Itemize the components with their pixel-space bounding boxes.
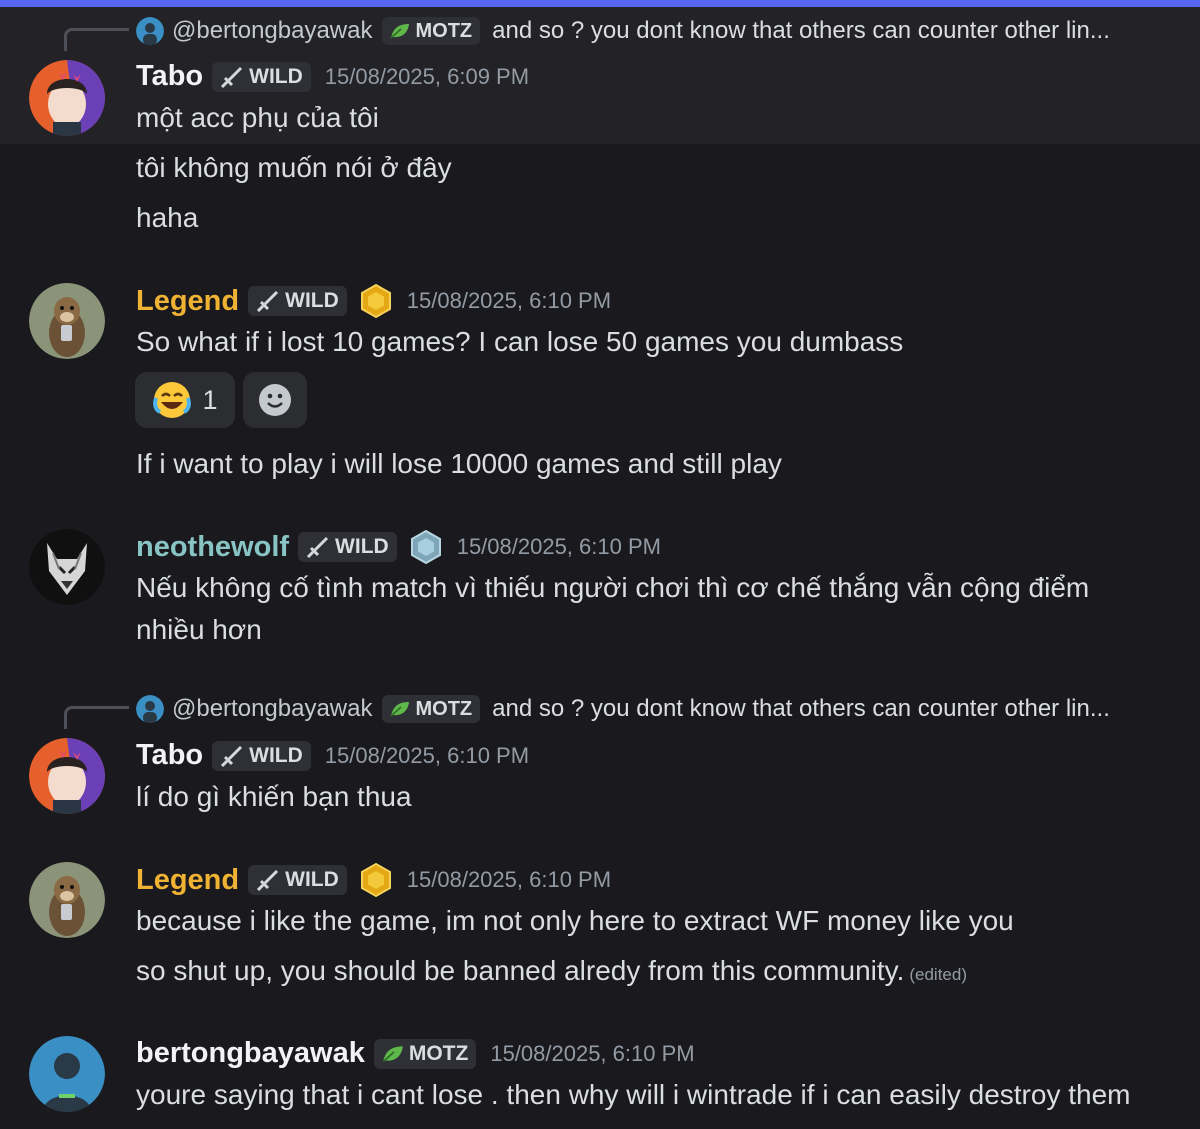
message-text: so shut up, you should be banned alredy … xyxy=(136,955,967,987)
message-text: lí do gì khiến bạn thua xyxy=(136,781,412,812)
message-header: Legend WILD 15/08/2025, 6:10 PM xyxy=(136,284,611,318)
avatar[interactable] xyxy=(29,60,105,136)
tag-wild: WILD xyxy=(298,532,397,562)
add-reaction-button[interactable] xyxy=(243,372,307,428)
username[interactable]: Legend xyxy=(136,285,239,318)
reply-text: and so ? you dont know that others can c… xyxy=(492,695,1110,722)
smile-icon xyxy=(259,384,291,416)
edited-label: (edited) xyxy=(909,965,967,984)
message-text: nhiều hơn xyxy=(136,614,262,645)
reaction-count: 1 xyxy=(202,384,218,415)
username[interactable]: Tabo xyxy=(136,60,203,93)
timestamp: 15/08/2025, 6:10 PM xyxy=(490,1040,695,1066)
timestamp: 15/08/2025, 6:09 PM xyxy=(324,63,530,89)
reply-preview[interactable]: @bertongbayawak MOTZ and so ? you dont k… xyxy=(136,16,1110,46)
avatar[interactable] xyxy=(29,862,105,938)
sword-icon xyxy=(221,745,243,767)
leaf-icon xyxy=(390,702,410,717)
diamond-badge-icon xyxy=(409,530,443,564)
timestamp: 15/08/2025, 6:10 PM xyxy=(406,288,612,313)
reply-connector xyxy=(64,28,129,51)
avatar[interactable] xyxy=(29,529,105,605)
username[interactable]: Tabo xyxy=(136,739,203,772)
reply-text: and so ? you dont know that others can c… xyxy=(492,17,1110,44)
leaf-icon xyxy=(382,1045,403,1062)
message-text: So what if i lost 10 games? I can lose 5… xyxy=(136,326,904,357)
message-text: tôi không muốn nói ở đây xyxy=(136,152,452,183)
sword-icon xyxy=(306,536,329,558)
message-header: Legend WILD 15/08/2025, 6:10 PM xyxy=(136,863,611,897)
tag-wild: WILD xyxy=(248,865,347,895)
message-text: Nếu không cố tình match vì thiếu người c… xyxy=(136,572,1090,603)
gold-badge-icon xyxy=(359,863,393,897)
username[interactable]: bertongbayawak xyxy=(136,1037,365,1070)
message-text: youre saying that i cant lose . then why… xyxy=(136,1079,1131,1110)
message-text: If i want to play i will lose 10000 game… xyxy=(136,448,782,479)
reply-connector xyxy=(64,706,129,729)
tag-wild: WILD xyxy=(212,740,311,771)
timestamp: 15/08/2025, 6:10 PM xyxy=(324,742,530,768)
top-accent-bar xyxy=(0,0,1200,7)
avatar[interactable] xyxy=(29,738,105,814)
tag-wild: WILD xyxy=(248,286,347,316)
tag-motz: MOTZ xyxy=(373,1038,477,1069)
tag-wild: WILD xyxy=(212,61,311,92)
message-text: một acc phụ của tôi xyxy=(136,102,379,133)
message-header: bertongbayawak MOTZ 15/08/2025, 6:10 PM xyxy=(136,1037,695,1070)
message-text: because i like the game, im not only her… xyxy=(136,905,1014,936)
avatar[interactable] xyxy=(29,1036,105,1112)
tag-motz: MOTZ xyxy=(382,695,481,723)
reply-username[interactable]: @bertongbayawak xyxy=(172,695,372,723)
reply-preview[interactable]: @bertongbayawak MOTZ and so ? you dont k… xyxy=(136,694,1110,724)
avatar-mini xyxy=(136,17,164,45)
username[interactable]: neothewolf xyxy=(136,531,289,564)
sword-icon xyxy=(257,869,279,891)
message-header: neothewolf WILD 15/08/2025, 6:10 PM xyxy=(136,530,661,564)
joy-emoji xyxy=(153,382,192,418)
message-text-content: so shut up, you should be banned alredy … xyxy=(136,955,905,986)
message-header: Tabo WILD 15/08/2025, 6:10 PM xyxy=(136,739,529,772)
reaction-joy[interactable]: 1 xyxy=(135,372,235,428)
leaf-icon xyxy=(390,24,410,39)
sword-icon xyxy=(257,290,279,312)
reply-username[interactable]: @bertongbayawak xyxy=(172,17,372,45)
message-text: haha xyxy=(136,202,199,233)
timestamp: 15/08/2025, 6:10 PM xyxy=(456,534,661,559)
tag-motz: MOTZ xyxy=(382,17,481,45)
sword-icon xyxy=(221,66,243,88)
gold-badge-icon xyxy=(359,284,393,318)
timestamp: 15/08/2025, 6:10 PM xyxy=(406,867,612,892)
message-header: Tabo WILD 15/08/2025, 6:09 PM xyxy=(136,60,529,93)
avatar[interactable] xyxy=(29,283,105,359)
avatar-mini xyxy=(136,695,164,723)
username[interactable]: Legend xyxy=(136,864,239,897)
